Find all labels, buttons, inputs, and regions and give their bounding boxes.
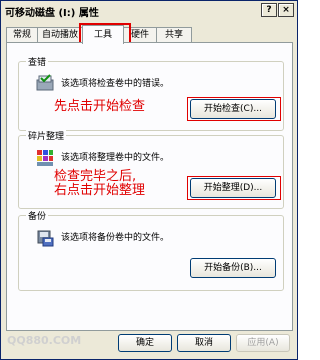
- properties-dialog: 可移动磁盘 (I:) 属性 ? × 常规 自动播放 工具 硬件 共享 查错 该选…: [0, 0, 298, 360]
- start-check-button[interactable]: 开始检查(C)...: [190, 99, 276, 119]
- tab-tools[interactable]: 工具: [82, 25, 124, 44]
- defrag-group: 碎片整理 该选项将整理卷中的文件。 检查完毕之后, 右点击开始整理 开始整理(D…: [18, 129, 284, 209]
- apply-button[interactable]: 应用(A): [236, 334, 290, 352]
- defrag-label: 碎片整理: [26, 129, 67, 142]
- defrag-desc: 该选项将整理卷中的文件。: [61, 153, 170, 163]
- start-backup-button[interactable]: 开始备份(B)...: [190, 258, 276, 278]
- annotation-defrag-line1: 检查完毕之后,: [54, 169, 137, 184]
- disk-check-icon: [36, 74, 54, 91]
- backup-desc: 该选项将备份卷中的文件。: [61, 233, 170, 243]
- error-check-desc: 该选项将检查卷中的错误。: [61, 79, 170, 89]
- title-bar[interactable]: 可移动磁盘 (I:) 属性 ? ×: [1, 1, 297, 19]
- error-check-group: 查错 该选项将检查卷中的错误。 先点击开始检查 开始检查(C)...: [18, 55, 284, 131]
- close-button[interactable]: ×: [278, 3, 294, 17]
- help-button[interactable]: ?: [261, 3, 277, 17]
- backup-icon: [37, 230, 54, 247]
- tab-general[interactable]: 常规: [6, 27, 38, 43]
- backup-group: 备份 该选项将备份卷中的文件。 开始备份(B)...: [18, 209, 284, 291]
- cancel-button[interactable]: 取消: [177, 334, 231, 352]
- tools-panel: 查错 该选项将检查卷中的错误。 先点击开始检查 开始检查(C)... 碎片整理: [6, 42, 293, 331]
- start-defrag-button[interactable]: 开始整理(D)...: [190, 178, 276, 198]
- error-check-label: 查错: [26, 55, 49, 68]
- watermark: QQ880.COM: [7, 334, 82, 347]
- defrag-icon: [37, 150, 53, 166]
- annotation-defrag-line2: 右点击开始整理: [54, 183, 146, 198]
- tab-autoplay[interactable]: 自动播放: [37, 27, 83, 43]
- backup-label: 备份: [26, 209, 49, 222]
- annotation-check: 先点击开始检查: [54, 99, 146, 114]
- window-title: 可移动磁盘 (I:) 属性: [5, 8, 99, 19]
- tab-sharing[interactable]: 共享: [156, 27, 192, 43]
- ok-button[interactable]: 确定: [118, 334, 172, 352]
